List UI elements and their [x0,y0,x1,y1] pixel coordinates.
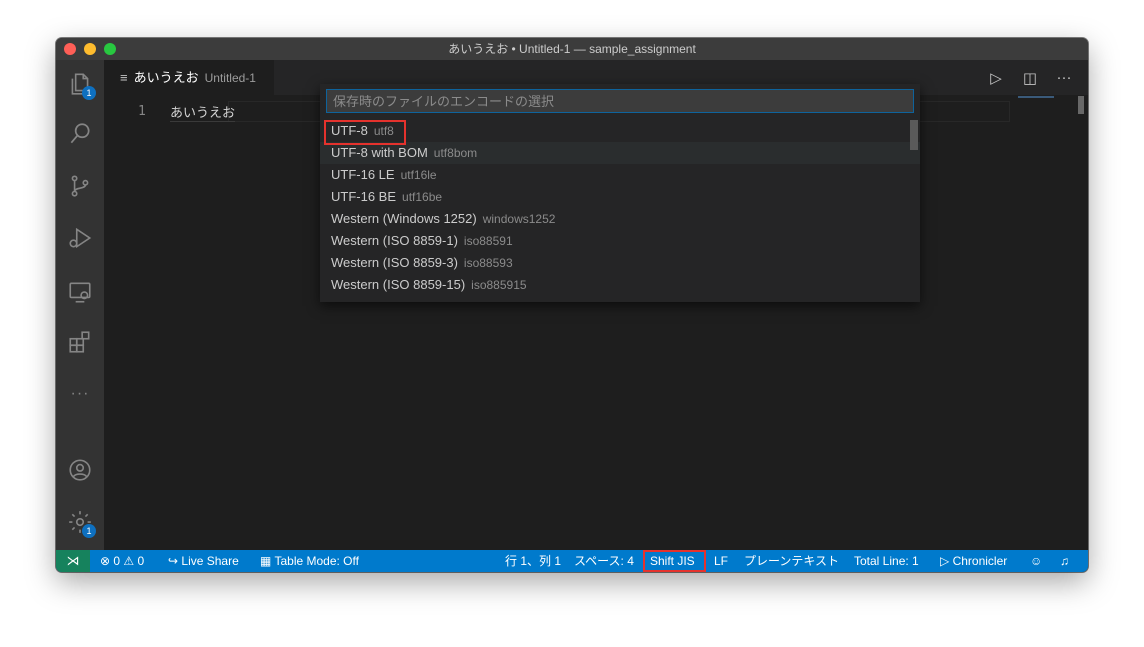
list-item[interactable]: Western (ISO 8859-15) iso885915 [320,274,920,296]
language-mode-button[interactable]: プレーンテキスト [744,550,839,572]
tab-description: Untitled-1 [204,71,256,85]
item-label: Western (ISO 8859-1) [331,233,458,248]
editor-scrollbar[interactable] [1078,96,1084,114]
source-control-button[interactable] [56,162,104,210]
table-mode-button[interactable]: ▦ Table Mode: Off [260,550,359,572]
item-label: Western (ISO 8859-15) [331,277,466,292]
chronicler-button[interactable]: ▷ Chronicler [940,550,1007,572]
quick-pick-scrollbar[interactable] [910,120,918,150]
minimize-window-button[interactable] [84,43,96,55]
run-icon[interactable]: ▷ [986,69,1006,87]
source-control-icon [71,175,89,197]
editor-area: ≡ あいうえお Untitled-1 ▷ ◫ ··· 1 あいうえお UTF-8ut… [104,60,1088,550]
problems-indicator[interactable]: ⊗ 0 ⚠ 0 [100,550,144,572]
zoom-window-button[interactable] [104,43,116,55]
settings-badge: 1 [82,524,96,538]
manage-button[interactable]: 1 [56,498,104,546]
item-label: Western (ISO 8859-3) [331,255,458,270]
close-window-button[interactable] [64,43,76,55]
table-mode-label: Table Mode: Off [274,554,359,568]
title-bar: あいうえお • Untitled-1 — sample_assignment [56,38,1088,60]
encoding-highlight-box [643,550,706,572]
list-item[interactable]: UTF-16 BE utf16be [320,186,920,208]
search-button[interactable] [56,110,104,158]
item-label: UTF-8 with BOM [331,145,428,160]
more-views-button[interactable]: ··· [56,370,104,418]
remote-explorer-icon [69,282,91,303]
live-share-button[interactable]: ↪ Live Share [168,550,239,572]
plaintext-file-icon: ≡ [120,70,128,85]
encoding-search-input[interactable] [326,89,914,113]
activity-bar: 1 ··· 1 [56,60,104,550]
remote-indicator[interactable]: ⋊ [56,550,90,572]
extensions-button[interactable] [56,318,104,366]
accounts-button[interactable] [56,446,104,494]
utf8-highlight-box [324,120,406,145]
eol-button[interactable]: LF [714,550,728,572]
encoding-quick-pick: UTF-8utf8 UTF-8 with BOM utf8bom UTF-16 L… [320,84,920,302]
extensions-icon [69,331,90,353]
live-share-icon: ↪ [168,554,179,568]
tab-untitled-1[interactable]: ≡ あいうえお Untitled-1 [104,60,274,95]
split-editor-icon[interactable]: ◫ [1020,69,1040,87]
list-item[interactable]: UTF-16 LE utf16le [320,164,920,186]
live-share-label: Live Share [181,554,239,568]
item-description: utf8bom [433,146,478,160]
more-actions-icon[interactable]: ··· [1054,69,1074,86]
item-description: windows1252 [482,212,556,226]
explorer-badge: 1 [82,86,96,100]
item-description: utf16le [400,168,437,182]
line-number: 1 [138,104,146,119]
cursor-position[interactable]: 行 1、列 1 [505,550,561,572]
debug-icon [69,227,92,249]
item-label: UTF-16 LE [331,167,395,182]
window-title: あいうえお • Untitled-1 — sample_assignment [448,42,696,56]
item-description: iso885915 [471,278,527,292]
indentation-button[interactable]: スペース: 4 [574,550,634,572]
total-line-indicator[interactable]: Total Line: 1 [854,550,919,572]
tab-label: あいうえお [133,70,199,85]
status-bar: ⋊ ⊗ 0 ⚠ 0 ↪ Live Share ▦ Table Mode: Off… [56,550,1088,572]
minimap-slider[interactable] [1018,96,1054,98]
table-icon: ▦ [260,554,272,568]
search-icon [70,123,90,144]
encoding-list: UTF-8 utf8 UTF-8 with BOM utf8bom UTF-16 L… [320,120,920,296]
play-icon: ▷ [940,554,950,568]
vscode-window: あいうえお • Untitled-1 — sample_assignment 1 [56,38,1088,572]
list-item[interactable]: Western (Windows 1252) windows1252 [320,208,920,230]
editor-actions: ▷ ◫ ··· [986,60,1074,95]
run-debug-button[interactable] [56,214,104,262]
list-item[interactable]: UTF-8 utf8 [320,120,920,142]
remote-explorer-button[interactable] [56,268,104,316]
chronicler-label: Chronicler [952,554,1008,568]
explorer-button[interactable]: 1 [56,60,104,108]
item-label: Western (Windows 1252) [331,211,477,226]
feedback-icon[interactable]: ☺ [1030,550,1042,572]
item-description: iso88591 [463,234,513,248]
list-item[interactable]: Western (ISO 8859-1) iso88591 [320,230,920,252]
item-description: iso88593 [463,256,513,270]
item-label: UTF-16 BE [331,189,397,204]
list-item[interactable]: Western (ISO 8859-3) iso88593 [320,252,920,274]
code-line[interactable]: あいうえお [170,102,236,122]
bell-icon[interactable]: ♫ [1060,550,1069,572]
list-item[interactable]: UTF-8 with BOM utf8bom [320,142,920,164]
item-description: utf16be [402,190,443,204]
account-icon [69,459,91,481]
